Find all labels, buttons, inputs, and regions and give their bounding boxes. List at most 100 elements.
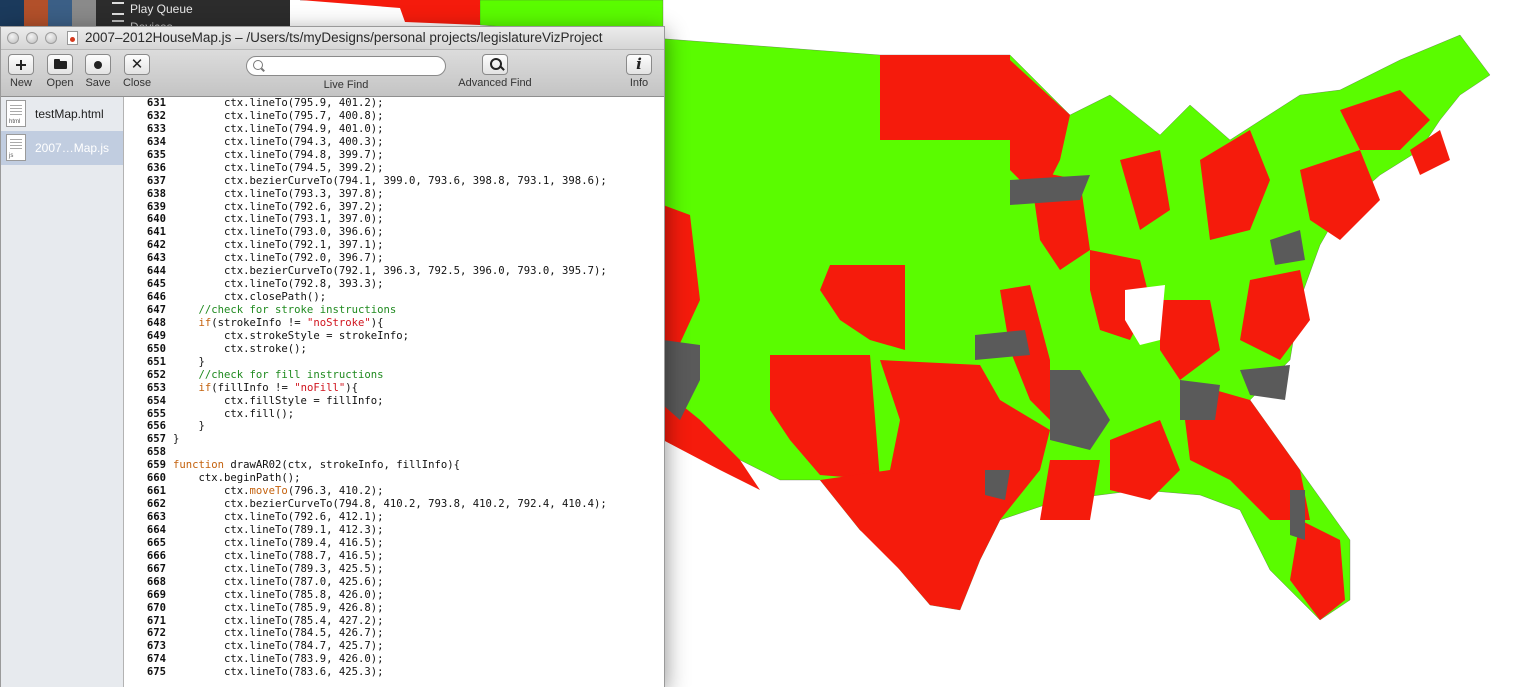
code-token: ctx.lineTo(785.9, 426.8);: [173, 601, 384, 614]
line-number: 642: [146, 239, 166, 252]
code-line[interactable]: 631 ctx.lineTo(795.9, 401.2);: [124, 97, 664, 110]
code-token: ctx.lineTo(793.3, 397.8);: [173, 187, 384, 200]
code-token: ctx.lineTo(783.6, 425.3);: [173, 666, 384, 679]
line-number: 635: [146, 148, 166, 161]
code-line[interactable]: 642 ctx.lineTo(792.1, 397.1);: [124, 239, 664, 252]
line-number: 653: [146, 381, 166, 394]
code-line[interactable]: 632 ctx.lineTo(795.7, 400.8);: [124, 110, 664, 123]
search-icon: [253, 60, 263, 70]
code-token: ctx.lineTo(793.0, 396.6);: [173, 226, 384, 239]
code-line[interactable]: 666 ctx.lineTo(788.7, 416.5);: [124, 550, 664, 563]
code-line[interactable]: 638 ctx.lineTo(793.3, 397.8);: [124, 188, 664, 201]
line-number: 636: [146, 161, 166, 174]
code-line[interactable]: 651 }: [124, 356, 664, 369]
code-line[interactable]: 656 }: [124, 420, 664, 433]
code-token: ctx.lineTo(783.9, 426.0);: [173, 653, 384, 666]
code-token: ctx.lineTo(792.8, 393.3);: [173, 278, 384, 291]
code-line[interactable]: 664 ctx.lineTo(789.1, 412.3);: [124, 524, 664, 537]
new-button[interactable]: New: [1, 54, 41, 89]
code-line[interactable]: 667 ctx.lineTo(789.3, 425.5);: [124, 563, 664, 576]
code-line[interactable]: 636 ctx.lineTo(794.5, 399.2);: [124, 162, 664, 175]
code-line[interactable]: 673 ctx.lineTo(784.7, 425.7);: [124, 640, 664, 653]
toolbar: New Open Save ✕ Close Live Find Advanced…: [1, 50, 664, 97]
code-line[interactable]: 675 ctx.lineTo(783.6, 425.3);: [124, 666, 664, 679]
window-minimize-button[interactable]: [26, 32, 38, 44]
code-line[interactable]: 672 ctx.lineTo(784.5, 426.7);: [124, 627, 664, 640]
code-line[interactable]: 641 ctx.lineTo(793.0, 396.6);: [124, 226, 664, 239]
close-x-icon: ✕: [124, 54, 150, 75]
info-button[interactable]: i Info: [619, 54, 659, 89]
code-line[interactable]: 647 //check for stroke instructions: [124, 304, 664, 317]
code-line[interactable]: 653 if(fillInfo != "noFill"){: [124, 382, 664, 395]
file-item-testmap-html[interactable]: html testMap.html: [1, 97, 123, 131]
code-line[interactable]: 644 ctx.bezierCurveTo(792.1, 396.3, 792.…: [124, 265, 664, 278]
code-line[interactable]: 660 ctx.beginPath();: [124, 472, 664, 485]
close-button[interactable]: ✕ Close: [117, 54, 157, 89]
line-number: 665: [146, 536, 166, 549]
window-zoom-button[interactable]: [45, 32, 57, 44]
code-line[interactable]: 665 ctx.lineTo(789.4, 416.5);: [124, 537, 664, 550]
save-dot-icon: [85, 54, 111, 75]
line-number: 634: [146, 135, 166, 148]
code-line[interactable]: 657}: [124, 433, 664, 446]
line-number: 637: [146, 174, 166, 187]
code-line[interactable]: 674 ctx.lineTo(783.9, 426.0);: [124, 653, 664, 666]
code-line[interactable]: 635 ctx.lineTo(794.8, 399.7);: [124, 149, 664, 162]
code-line[interactable]: 637 ctx.bezierCurveTo(794.1, 399.0, 793.…: [124, 175, 664, 188]
code-token: (fillInfo !=: [211, 381, 295, 394]
code-token: ctx.lineTo(793.1, 397.0);: [173, 213, 384, 226]
document-proxy-icon[interactable]: [67, 31, 78, 45]
code-line[interactable]: 646 ctx.closePath();: [124, 291, 664, 304]
code-line[interactable]: 655 ctx.fill();: [124, 408, 664, 421]
file-item-housemap-js[interactable]: js 2007…Map.js: [1, 131, 123, 165]
code-token: //check for fill instructions: [173, 368, 384, 381]
code-line[interactable]: 648 if(strokeInfo != "noStroke"){: [124, 317, 664, 330]
code-token: ctx.lineTo(785.4, 427.2);: [173, 614, 384, 627]
code-line[interactable]: 669 ctx.lineTo(785.8, 426.0);: [124, 589, 664, 602]
code-line[interactable]: 640 ctx.lineTo(793.1, 397.0);: [124, 213, 664, 226]
code-line[interactable]: 670 ctx.lineTo(785.9, 426.8);: [124, 602, 664, 615]
window-close-button[interactable]: [7, 32, 19, 44]
code-token: if: [198, 381, 212, 394]
code-line[interactable]: 663 ctx.lineTo(792.6, 412.1);: [124, 511, 664, 524]
code-line[interactable]: 650 ctx.stroke();: [124, 343, 664, 356]
code-token: ctx.lineTo(794.3, 400.3);: [173, 135, 384, 148]
code-line[interactable]: 661 ctx.moveTo(796.3, 410.2);: [124, 485, 664, 498]
live-find-input[interactable]: [246, 56, 446, 76]
save-button[interactable]: Save: [78, 54, 118, 89]
html-file-icon: html: [6, 100, 26, 127]
code-token: (796.3, 410.2);: [287, 485, 384, 498]
line-number: 655: [146, 407, 166, 420]
code-line[interactable]: 645 ctx.lineTo(792.8, 393.3);: [124, 278, 664, 291]
code-token: }: [173, 433, 180, 446]
code-token: ctx.lineTo(794.9, 401.0);: [173, 122, 384, 135]
code-token: ctx.lineTo(784.5, 426.7);: [173, 627, 384, 640]
code-line[interactable]: 654 ctx.fillStyle = fillInfo;: [124, 395, 664, 408]
code-line[interactable]: 658: [124, 446, 664, 459]
code-line[interactable]: 668 ctx.lineTo(787.0, 425.6);: [124, 576, 664, 589]
code-token: ctx.stroke();: [173, 342, 307, 355]
open-button[interactable]: Open: [40, 54, 80, 89]
code-line[interactable]: 634 ctx.lineTo(794.3, 400.3);: [124, 136, 664, 149]
js-file-icon: js: [6, 134, 26, 161]
code-token: //check for stroke instructions: [173, 304, 397, 316]
advanced-find-button[interactable]: Advanced Find: [453, 54, 537, 89]
code-line[interactable]: 671 ctx.lineTo(785.4, 427.2);: [124, 615, 664, 628]
code-line[interactable]: 643 ctx.lineTo(792.0, 396.7);: [124, 252, 664, 265]
file-name: 2007…Map.js: [35, 141, 110, 155]
line-number: 645: [146, 278, 166, 291]
code-line[interactable]: 639 ctx.lineTo(792.6, 397.2);: [124, 201, 664, 214]
code-token: ctx.lineTo(795.7, 400.8);: [173, 109, 384, 122]
line-number: 647: [146, 304, 166, 316]
code-editor[interactable]: 631 ctx.lineTo(795.9, 401.2); 632 ctx.lin…: [124, 97, 664, 687]
magnifier-icon: [482, 54, 508, 75]
code-line[interactable]: 633 ctx.lineTo(794.9, 401.0);: [124, 123, 664, 136]
title-bar[interactable]: 2007–2012HouseMap.js – /Users/ts/myDesig…: [1, 27, 664, 50]
line-number: 671: [146, 614, 166, 627]
code-line[interactable]: 649 ctx.strokeStyle = strokeInfo;: [124, 330, 664, 343]
code-line[interactable]: 659 function drawAR02(ctx, strokeInfo, fi…: [124, 459, 664, 472]
code-line[interactable]: 662 ctx.bezierCurveTo(794.8, 410.2, 793.…: [124, 498, 664, 511]
code-line[interactable]: 652 //check for fill instructions: [124, 369, 664, 382]
